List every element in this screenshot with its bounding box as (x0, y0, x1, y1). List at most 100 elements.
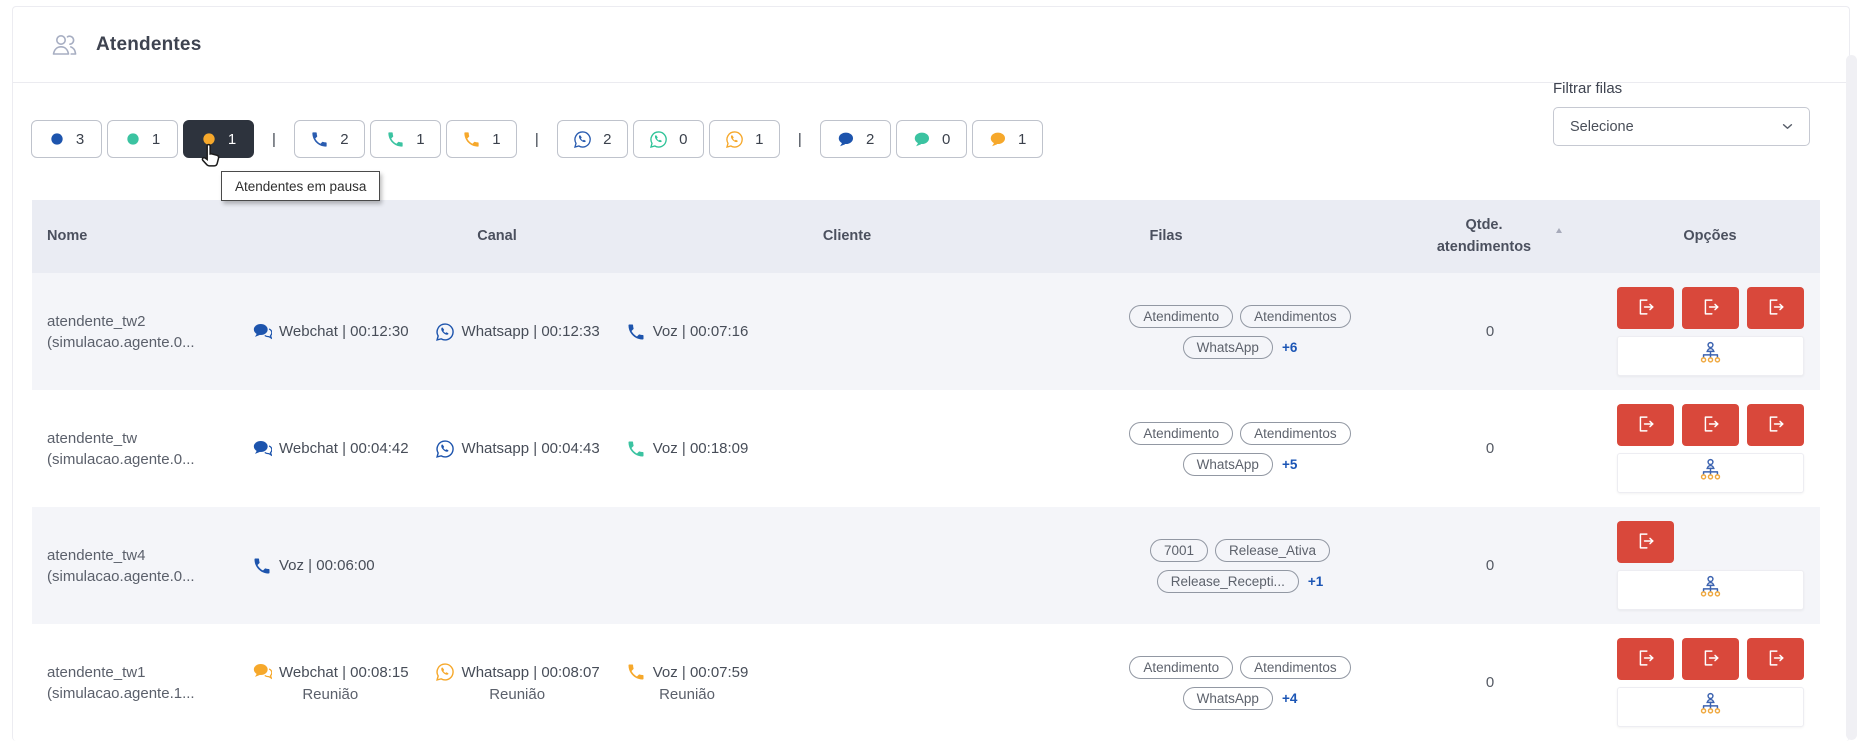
attendant-name: atendente_tw1 (47, 662, 252, 683)
attendances-count: 0 (1380, 323, 1600, 340)
attendances-count: 0 (1380, 674, 1600, 691)
channel-entry: Voz | 00:07:16 (626, 322, 749, 342)
queue-tag: Atendimentos (1240, 305, 1351, 328)
logout-channel-button[interactable] (1617, 404, 1674, 446)
attendances-count: 0 (1380, 440, 1600, 457)
attendant-login: (simulacao.agente.0... (47, 566, 252, 587)
filter-count: 2 (340, 131, 348, 148)
column-header-filas: Filas (952, 200, 1380, 273)
channel-line: Whatsapp | 00:12:33 (435, 322, 600, 342)
queues-cell: AtendimentoAtendimentosWhatsApp+4 (952, 656, 1380, 710)
channel-label: Voz | 00:07:16 (653, 323, 749, 340)
filter-whatsapp-button[interactable]: 0 (633, 120, 704, 158)
sign-out-icon (1634, 296, 1656, 321)
queue-tag: WhatsApp (1183, 687, 1273, 710)
filter-count: 0 (679, 131, 687, 148)
queues-wrap: AtendimentoAtendimentosWhatsApp+4 (1100, 656, 1380, 710)
logout-channel-button[interactable] (1617, 638, 1674, 680)
page-title: Atendentes (96, 34, 201, 56)
chevron-down-icon (1779, 118, 1796, 135)
hierarchy-button[interactable] (1617, 570, 1804, 610)
options-cell (1600, 638, 1820, 727)
column-header-nome: Nome (32, 200, 252, 273)
channel-cell: Webchat | 00:12:30Whatsapp | 00:12:33Voz… (252, 322, 742, 342)
logout-channel-button[interactable] (1747, 638, 1804, 680)
channel-label: Webchat | 00:08:15 (279, 664, 409, 681)
phone-icon (626, 662, 646, 682)
attendant-name-cell: atendente_tw1(simulacao.agente.1... (32, 662, 252, 704)
page-header: Atendentes (13, 7, 1847, 83)
filter-chat-button[interactable]: 1 (972, 120, 1043, 158)
queue-filter-select[interactable]: Selecione (1553, 107, 1810, 146)
more-queues-badge[interactable]: +1 (1308, 574, 1323, 589)
phone-icon (310, 130, 329, 149)
hierarchy-button[interactable] (1617, 336, 1804, 376)
queue-filter-label: Filtrar filas (1553, 80, 1810, 97)
chat-icon (988, 130, 1007, 149)
column-label: Opções (1683, 226, 1736, 247)
filter-whatsapp-button[interactable]: 2 (557, 120, 628, 158)
queue-tag: WhatsApp (1183, 453, 1273, 476)
filter-whatsapp-button[interactable]: 1 (709, 120, 780, 158)
channel-cell: Voz | 00:06:00 (252, 556, 742, 576)
filter-circle-button[interactable]: 3 (31, 120, 102, 158)
phone-icon (386, 130, 405, 149)
logout-channel-button[interactable] (1747, 404, 1804, 446)
logout-channel-button[interactable] (1747, 287, 1804, 329)
filter-group-separator: | (798, 131, 802, 148)
channel-label: Whatsapp | 00:08:07 (462, 664, 600, 681)
channel-line: Webchat | 00:04:42 (252, 439, 409, 459)
webchat-icon (252, 322, 272, 342)
channel-label: Webchat | 00:04:42 (279, 440, 409, 457)
options-cell (1600, 521, 1820, 610)
channel-line: Voz | 00:07:16 (626, 322, 749, 342)
filter-phone-button[interactable]: 2 (294, 120, 365, 158)
logout-channel-button[interactable] (1682, 404, 1739, 446)
logout-channel-button[interactable] (1682, 287, 1739, 329)
hierarchy-button[interactable] (1617, 687, 1804, 727)
logout-buttons-row (1617, 521, 1804, 563)
queue-tag: 7001 (1150, 539, 1208, 562)
logout-channel-button[interactable] (1617, 287, 1674, 329)
channel-entry: Webchat | 00:04:42 (252, 439, 409, 459)
filter-phone-button[interactable]: 1 (370, 120, 441, 158)
channel-line: Whatsapp | 00:08:07 (435, 662, 600, 682)
filter-circle-button[interactable]: 1 (107, 120, 178, 158)
more-queues-badge[interactable]: +6 (1282, 340, 1297, 355)
channel-entry: Voz | 00:07:59Reunião (626, 662, 749, 703)
channel-entry: Whatsapp | 00:08:07 Reunião (435, 662, 600, 703)
channel-status-label: Reunião (302, 686, 358, 703)
column-header-qtde-atendimentos[interactable]: Qtde. atendimentos (1380, 200, 1600, 273)
column-header-canal: Canal (252, 200, 742, 273)
logout-channel-button[interactable] (1617, 521, 1674, 563)
more-queues-badge[interactable]: +4 (1282, 691, 1297, 706)
queue-tag: Release_Ativa (1215, 539, 1330, 562)
attendants-icon (48, 29, 80, 61)
queue-tag: Atendimento (1129, 656, 1233, 679)
hierarchy-icon (1697, 574, 1724, 606)
whatsapp-icon (435, 322, 455, 342)
hierarchy-button[interactable] (1617, 453, 1804, 493)
filter-chat-button[interactable]: 2 (820, 120, 891, 158)
table-row: atendente_tw2(simulacao.agente.0...Webch… (32, 273, 1820, 390)
mouse-cursor-hand-icon (197, 141, 227, 171)
filter-phone-button[interactable]: 1 (446, 120, 517, 158)
channel-cell: Webchat | 00:08:15ReuniãoWhatsapp | 00:0… (252, 662, 742, 703)
filter-group-separator: | (535, 131, 539, 148)
channel-entry: Voz | 00:06:00 (252, 556, 375, 576)
attendant-name: atendente_tw (47, 428, 252, 449)
hierarchy-icon (1697, 457, 1724, 489)
attendant-name-cell: atendente_tw2(simulacao.agente.0... (32, 311, 252, 353)
queues-wrap: AtendimentoAtendimentosWhatsApp+6 (1100, 305, 1380, 359)
more-queues-badge[interactable]: +5 (1282, 457, 1297, 472)
attendant-name: atendente_tw4 (47, 545, 252, 566)
scrollbar[interactable] (1846, 55, 1857, 740)
filter-chat-button[interactable]: 0 (896, 120, 967, 158)
logout-buttons-row (1617, 638, 1804, 680)
channel-entry: Webchat | 00:08:15 Reunião (252, 662, 409, 703)
logout-channel-button[interactable] (1682, 638, 1739, 680)
sign-out-icon (1699, 413, 1721, 438)
sign-out-icon (1764, 413, 1786, 438)
sign-out-icon (1699, 647, 1721, 672)
channel-status-label: Reunião (489, 686, 545, 703)
